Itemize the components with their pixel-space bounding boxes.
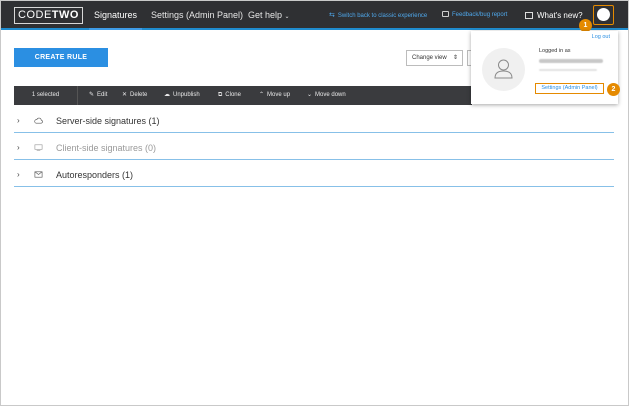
- change-view-label: Change view: [412, 55, 447, 61]
- group-title: Server-side signatures (1): [56, 116, 160, 126]
- blurred-email: [539, 59, 603, 63]
- expand-caret-icon: ›: [17, 143, 20, 152]
- logo-text-two: TWO: [51, 9, 79, 21]
- user-dropdown-panel: Log out Logged in as Settings (Admin Pan…: [471, 31, 618, 104]
- codetwo-logo[interactable]: CODETWO: [14, 7, 83, 24]
- cloud-icon: [34, 117, 43, 124]
- tab-signatures-label: Signatures: [93, 10, 138, 20]
- gift-icon: [525, 12, 533, 19]
- delete-button[interactable]: ✕ Delete: [122, 86, 147, 105]
- chevron-down-icon: ⌄: [284, 14, 290, 20]
- delete-label: Delete: [130, 92, 148, 98]
- edit-button[interactable]: ✎ Edit: [89, 86, 107, 105]
- user-icon: [494, 59, 513, 79]
- settings-admin-link[interactable]: Settings (Admin Panel): [535, 83, 604, 94]
- feedback-link[interactable]: Feedback/bug report: [442, 1, 507, 28]
- change-view-select[interactable]: Change view ⇕: [406, 50, 463, 66]
- switch-icon: ⇆: [329, 12, 335, 19]
- group-title: Client-side signatures (0): [56, 143, 157, 153]
- close-icon: ✕: [122, 92, 128, 98]
- expand-caret-icon: ›: [17, 170, 20, 179]
- edit-label: Edit: [97, 92, 108, 98]
- unpublish-label: Unpublish: [173, 92, 200, 98]
- clone-button[interactable]: ⧉ Clone: [218, 86, 241, 105]
- unpublish-button[interactable]: ☁ Unpublish: [164, 86, 200, 105]
- updown-chevron-icon: ⇕: [452, 55, 458, 61]
- group-client-side[interactable]: › Client-side signatures (0): [14, 136, 614, 160]
- logo-text-code: CODE: [18, 9, 52, 21]
- whats-new-button[interactable]: What's new?: [525, 1, 583, 28]
- autoresponder-icon: [34, 171, 43, 178]
- move-down-button[interactable]: ⌄ Move down: [307, 86, 346, 105]
- monitor-icon: [34, 144, 43, 151]
- tab-help-label: Get help: [248, 10, 283, 20]
- switch-classic-label: Switch back to classic experience: [337, 13, 428, 19]
- blurred-line: [539, 69, 597, 71]
- expand-caret-icon: ›: [17, 116, 20, 125]
- pencil-icon: ✎: [89, 92, 95, 98]
- callout-2: 2: [607, 83, 620, 96]
- whats-new-label: What's new?: [537, 11, 583, 20]
- user-avatar-button[interactable]: [593, 5, 614, 25]
- selected-count: 1 selected: [14, 86, 78, 105]
- avatar-icon: [597, 8, 610, 21]
- tab-get-help[interactable]: Get help ⌄: [248, 1, 290, 28]
- group-title: Autoresponders (1): [56, 170, 134, 180]
- rules-toolbar: 1 selected ✎ Edit ✕ Delete ☁ Unpublish ⧉ Clo…: [14, 86, 472, 105]
- copy-icon: ⧉: [218, 92, 223, 98]
- clone-label: Clone: [225, 92, 241, 98]
- logged-in-label: Logged in as: [539, 48, 571, 54]
- chevron-up-icon: ⌃: [259, 92, 265, 98]
- user-avatar-large: [482, 48, 525, 91]
- create-rule-button[interactable]: CREATE RULE: [14, 48, 108, 67]
- chevron-down-icon: ⌄: [307, 92, 313, 98]
- tab-settings-admin[interactable]: Settings (Admin Panel): [151, 1, 243, 28]
- tab-settings-label: Settings (Admin Panel): [151, 10, 244, 20]
- group-autoresponders[interactable]: › Autoresponders (1): [14, 163, 614, 187]
- group-server-side[interactable]: › Server-side signatures (1): [14, 109, 614, 133]
- move-down-label: Move down: [315, 92, 346, 98]
- move-up-label: Move up: [267, 92, 291, 98]
- top-navigation-bar: CODETWO Signatures Settings (Admin Panel…: [1, 1, 628, 30]
- tab-signatures[interactable]: Signatures: [89, 1, 142, 30]
- feedback-label: Feedback/bug report: [452, 12, 508, 18]
- switch-classic-link[interactable]: ⇆ Switch back to classic experience: [329, 1, 427, 28]
- cloud-icon: ☁: [164, 92, 170, 98]
- logout-link[interactable]: Log out: [592, 34, 610, 40]
- feedback-icon: [442, 11, 449, 17]
- move-up-button[interactable]: ⌃ Move up: [259, 86, 290, 105]
